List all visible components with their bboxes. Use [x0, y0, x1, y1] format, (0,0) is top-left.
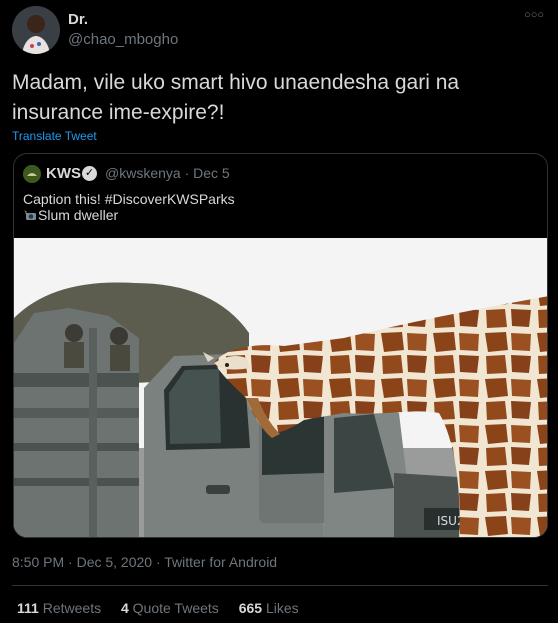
verified-icon: ✓	[82, 166, 97, 181]
quoted-text-line2-label: Slum dweller	[38, 207, 119, 223]
tweet-stats: 111 Retweets 4 Quote Tweets 665 Likes	[17, 600, 315, 616]
quotes-count: 4	[120, 600, 129, 616]
quoted-header: KWS ✓ @kwskenya · Dec 5	[23, 164, 523, 183]
likes-label: Likes	[265, 600, 299, 616]
quoted-handle-date[interactable]: @kwskenya · Dec 5	[105, 165, 230, 181]
more-icon[interactable]: ○○○	[524, 9, 544, 21]
quotes-label: Quote Tweets	[132, 600, 219, 616]
quote-tweets-stat[interactable]: 4 Quote Tweets	[121, 600, 219, 616]
quoted-text-line2: Slum dweller	[23, 207, 118, 223]
translate-link[interactable]: Translate Tweet	[12, 129, 97, 143]
quoted-tweet[interactable]: KWS ✓ @kwskenya · Dec 5 Caption this! #D…	[13, 153, 548, 538]
retweets-count: 111	[17, 600, 39, 616]
camera-flash-icon	[23, 207, 38, 223]
retweets-label: Retweets	[42, 600, 102, 616]
likes-count: 665	[238, 600, 263, 616]
quoted-photo[interactable]: ISU2	[14, 238, 547, 537]
author-name[interactable]: Dr.	[68, 11, 88, 28]
retweets-stat[interactable]: 111 Retweets	[17, 600, 101, 616]
quoted-author-name[interactable]: KWS	[46, 165, 81, 182]
divider	[12, 585, 548, 586]
tweet-text: Madam, vile uko smart hivo unaendesha ga…	[12, 71, 460, 124]
avatar[interactable]	[12, 6, 60, 54]
quoted-text-line1: Caption this! #DiscoverKWSParks	[23, 191, 235, 207]
likes-stat[interactable]: 665 Likes	[239, 600, 299, 616]
tweet-header: Dr. @chao_mbogho ○○○	[12, 6, 548, 58]
tweet-timestamp[interactable]: 8:50 PM · Dec 5, 2020 · Twitter for Andr…	[12, 554, 277, 570]
author-handle[interactable]: @chao_mbogho	[68, 31, 178, 48]
kws-logo-icon	[23, 165, 41, 183]
